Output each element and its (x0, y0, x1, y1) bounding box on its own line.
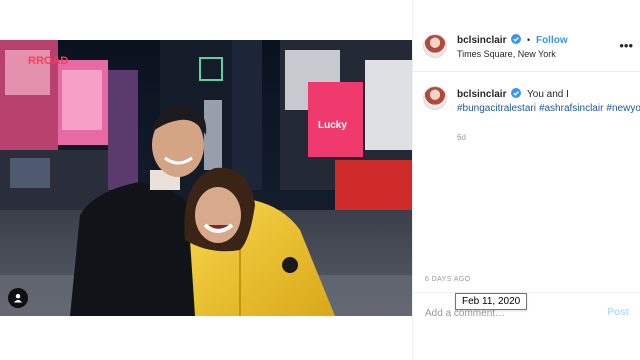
avatar[interactable] (423, 34, 447, 58)
post-photo[interactable]: RROAD Lucky (0, 40, 412, 316)
caption-username[interactable]: bclsinclair (457, 89, 506, 100)
billboard-sign: Lucky (318, 120, 347, 131)
hashtag-link[interactable]: #bungacitralestari (457, 103, 536, 114)
post-header: bclsinclair • Follow Times Square, New Y… (413, 28, 640, 72)
caption-age: 6d (457, 133, 466, 142)
caption: bclsinclair You and I #bungacitralestari… (457, 88, 640, 116)
verified-badge-icon (511, 34, 522, 44)
post-timestamp[interactable]: 6 DAYS AGO (425, 276, 471, 283)
separator-dot: • (527, 35, 531, 45)
hashtag-link[interactable]: #ashrafsinclair (539, 103, 603, 114)
header-userline: bclsinclair • Follow (457, 34, 568, 46)
hashtag-link[interactable]: #newyork (606, 103, 640, 114)
location-link[interactable]: Times Square, New York (457, 49, 556, 59)
svg-text:RROAD: RROAD (28, 55, 68, 67)
post-comment-button[interactable]: Post (607, 307, 629, 318)
user-tag-icon[interactable] (8, 288, 28, 308)
caption-text: You and I (527, 89, 569, 100)
caption-avatar[interactable] (423, 86, 447, 110)
username-link[interactable]: bclsinclair (457, 35, 506, 46)
follow-button[interactable]: Follow (536, 35, 568, 46)
more-options-icon[interactable]: ••• (619, 38, 633, 53)
hashtag-list: #bungacitralestari#ashrafsinclair#newyor… (457, 102, 640, 116)
photo-scene: RROAD Lucky (0, 40, 412, 316)
verified-badge-icon (511, 88, 522, 98)
date-tooltip: Feb 11, 2020 (455, 293, 528, 310)
